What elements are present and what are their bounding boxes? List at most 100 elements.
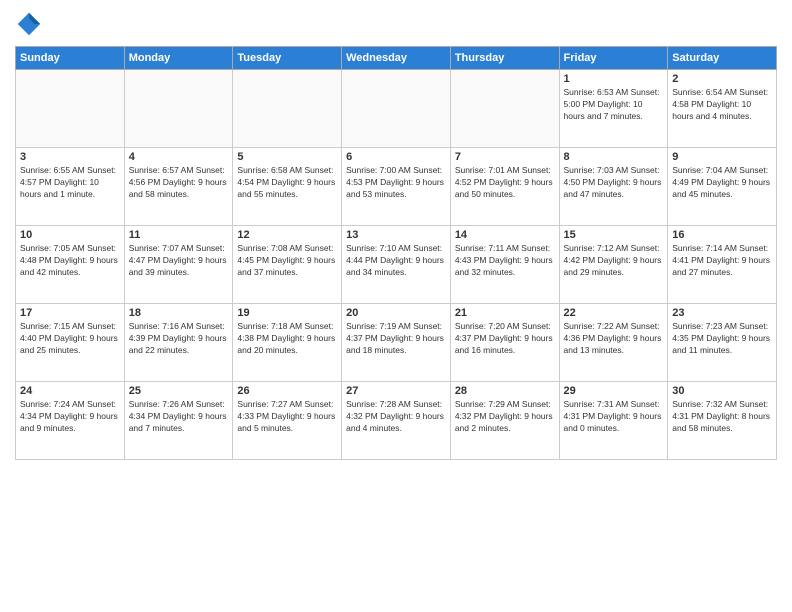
- calendar-cell: 5 Sunrise: 6:58 AM Sunset: 4:54 PM Daylig…: [233, 148, 342, 226]
- calendar-cell: 9Sunrise: 7:04 AM Sunset: 4:49 PM Daylig…: [668, 148, 777, 226]
- day-number: 20: [346, 307, 446, 319]
- weekday-header-sunday: Sunday: [16, 47, 125, 70]
- calendar-cell: 30Sunrise: 7:32 AM Sunset: 4:31 PM Dayli…: [668, 382, 777, 460]
- day-info: Sunrise: 7:01 AM Sunset: 4:52 PM Dayligh…: [455, 165, 555, 201]
- day-number: 4: [129, 151, 229, 163]
- weekday-header-friday: Friday: [559, 47, 668, 70]
- day-info: Sunrise: 6:57 AM Sunset: 4:56 PM Dayligh…: [129, 165, 229, 201]
- day-info: Sunrise: 7:11 AM Sunset: 4:43 PM Dayligh…: [455, 243, 555, 279]
- day-info: Sunrise: 7:15 AM Sunset: 4:40 PM Dayligh…: [20, 321, 120, 357]
- week-row-3: 10 Sunrise: 7:05 AM Sunset: 4:48 PM Dayli…: [16, 226, 777, 304]
- calendar-table: SundayMondayTuesdayWednesdayThursdayFrid…: [15, 46, 777, 460]
- day-info: Sunrise: 7:29 AM Sunset: 4:32 PM Dayligh…: [455, 399, 555, 435]
- day-info: Sunrise: 7:03 AM Sunset: 4:50 PM Dayligh…: [564, 165, 664, 201]
- day-number: 1: [564, 73, 664, 85]
- day-number: 29: [564, 385, 664, 397]
- day-info: Sunrise: 7:32 AM Sunset: 4:31 PM Dayligh…: [672, 399, 772, 435]
- day-info: Sunrise: 7:28 AM Sunset: 4:32 PM Dayligh…: [346, 399, 446, 435]
- day-info: Sunrise: 7:04 AM Sunset: 4:49 PM Dayligh…: [672, 165, 772, 201]
- day-info: Sunrise: 7:23 AM Sunset: 4:35 PM Dayligh…: [672, 321, 772, 357]
- day-info: Sunrise: 7:24 AM Sunset: 4:34 PM Dayligh…: [20, 399, 120, 435]
- day-info: Sunrise: 6:58 AM Sunset: 4:54 PM Dayligh…: [237, 165, 337, 201]
- day-number: 15: [564, 229, 664, 241]
- calendar-cell: 18 Sunrise: 7:16 AM Sunset: 4:39 PM Dayli…: [124, 304, 233, 382]
- calendar-cell: 15 Sunrise: 7:12 AM Sunset: 4:42 PM Dayli…: [559, 226, 668, 304]
- day-number: 8: [564, 151, 664, 163]
- day-number: 24: [20, 385, 120, 397]
- logo: [15, 10, 47, 38]
- calendar-cell: [16, 70, 125, 148]
- day-number: 21: [455, 307, 555, 319]
- day-number: 2: [672, 73, 772, 85]
- calendar-cell: 13Sunrise: 7:10 AM Sunset: 4:44 PM Dayli…: [342, 226, 451, 304]
- day-number: 11: [129, 229, 229, 241]
- calendar-cell: 3 Sunrise: 6:55 AM Sunset: 4:57 PM Daylig…: [16, 148, 125, 226]
- weekday-header-wednesday: Wednesday: [342, 47, 451, 70]
- weekday-header-saturday: Saturday: [668, 47, 777, 70]
- day-number: 3: [20, 151, 120, 163]
- day-info: Sunrise: 7:05 AM Sunset: 4:48 PM Dayligh…: [20, 243, 120, 279]
- day-info: Sunrise: 6:53 AM Sunset: 5:00 PM Dayligh…: [564, 87, 664, 123]
- calendar-cell: 20Sunrise: 7:19 AM Sunset: 4:37 PM Dayli…: [342, 304, 451, 382]
- page-container: SundayMondayTuesdayWednesdayThursdayFrid…: [0, 0, 792, 470]
- calendar-cell: 7 Sunrise: 7:01 AM Sunset: 4:52 PM Daylig…: [450, 148, 559, 226]
- day-info: Sunrise: 7:08 AM Sunset: 4:45 PM Dayligh…: [237, 243, 337, 279]
- calendar-cell: 11 Sunrise: 7:07 AM Sunset: 4:47 PM Dayli…: [124, 226, 233, 304]
- week-row-4: 17Sunrise: 7:15 AM Sunset: 4:40 PM Dayli…: [16, 304, 777, 382]
- day-number: 7: [455, 151, 555, 163]
- calendar-cell: 19 Sunrise: 7:18 AM Sunset: 4:38 PM Dayli…: [233, 304, 342, 382]
- week-row-5: 24 Sunrise: 7:24 AM Sunset: 4:34 PM Dayli…: [16, 382, 777, 460]
- calendar-cell: 12Sunrise: 7:08 AM Sunset: 4:45 PM Dayli…: [233, 226, 342, 304]
- day-number: 10: [20, 229, 120, 241]
- day-info: Sunrise: 7:27 AM Sunset: 4:33 PM Dayligh…: [237, 399, 337, 435]
- day-number: 26: [237, 385, 337, 397]
- header: [15, 10, 777, 38]
- day-info: Sunrise: 7:16 AM Sunset: 4:39 PM Dayligh…: [129, 321, 229, 357]
- day-number: 6: [346, 151, 446, 163]
- day-number: 22: [564, 307, 664, 319]
- calendar-cell: 21 Sunrise: 7:20 AM Sunset: 4:37 PM Dayli…: [450, 304, 559, 382]
- day-info: Sunrise: 7:26 AM Sunset: 4:34 PM Dayligh…: [129, 399, 229, 435]
- weekday-header-thursday: Thursday: [450, 47, 559, 70]
- calendar-cell: 10 Sunrise: 7:05 AM Sunset: 4:48 PM Dayli…: [16, 226, 125, 304]
- day-number: 25: [129, 385, 229, 397]
- day-number: 13: [346, 229, 446, 241]
- calendar-cell: 14 Sunrise: 7:11 AM Sunset: 4:43 PM Dayli…: [450, 226, 559, 304]
- day-info: Sunrise: 7:31 AM Sunset: 4:31 PM Dayligh…: [564, 399, 664, 435]
- day-info: Sunrise: 7:20 AM Sunset: 4:37 PM Dayligh…: [455, 321, 555, 357]
- calendar-cell: 23 Sunrise: 7:23 AM Sunset: 4:35 PM Dayli…: [668, 304, 777, 382]
- calendar-cell: 17Sunrise: 7:15 AM Sunset: 4:40 PM Dayli…: [16, 304, 125, 382]
- calendar-cell: 2Sunrise: 6:54 AM Sunset: 4:58 PM Daylig…: [668, 70, 777, 148]
- weekday-header-tuesday: Tuesday: [233, 47, 342, 70]
- calendar-cell: 25 Sunrise: 7:26 AM Sunset: 4:34 PM Dayli…: [124, 382, 233, 460]
- day-number: 18: [129, 307, 229, 319]
- day-number: 28: [455, 385, 555, 397]
- day-number: 23: [672, 307, 772, 319]
- calendar-cell: [342, 70, 451, 148]
- calendar-cell: 8 Sunrise: 7:03 AM Sunset: 4:50 PM Daylig…: [559, 148, 668, 226]
- day-info: Sunrise: 7:07 AM Sunset: 4:47 PM Dayligh…: [129, 243, 229, 279]
- calendar-cell: 4 Sunrise: 6:57 AM Sunset: 4:56 PM Daylig…: [124, 148, 233, 226]
- calendar-cell: [124, 70, 233, 148]
- day-info: Sunrise: 6:55 AM Sunset: 4:57 PM Dayligh…: [20, 165, 120, 201]
- day-info: Sunrise: 7:12 AM Sunset: 4:42 PM Dayligh…: [564, 243, 664, 279]
- day-number: 14: [455, 229, 555, 241]
- day-number: 19: [237, 307, 337, 319]
- calendar-cell: 29 Sunrise: 7:31 AM Sunset: 4:31 PM Dayli…: [559, 382, 668, 460]
- calendar-cell: 16 Sunrise: 7:14 AM Sunset: 4:41 PM Dayli…: [668, 226, 777, 304]
- weekday-header-row: SundayMondayTuesdayWednesdayThursdayFrid…: [16, 47, 777, 70]
- calendar-cell: 26 Sunrise: 7:27 AM Sunset: 4:33 PM Dayli…: [233, 382, 342, 460]
- week-row-1: 1 Sunrise: 6:53 AM Sunset: 5:00 PM Daylig…: [16, 70, 777, 148]
- calendar-cell: 1 Sunrise: 6:53 AM Sunset: 5:00 PM Daylig…: [559, 70, 668, 148]
- day-number: 27: [346, 385, 446, 397]
- day-info: Sunrise: 7:18 AM Sunset: 4:38 PM Dayligh…: [237, 321, 337, 357]
- day-info: Sunrise: 7:00 AM Sunset: 4:53 PM Dayligh…: [346, 165, 446, 201]
- calendar-cell: [233, 70, 342, 148]
- calendar-cell: 6 Sunrise: 7:00 AM Sunset: 4:53 PM Daylig…: [342, 148, 451, 226]
- week-row-2: 3 Sunrise: 6:55 AM Sunset: 4:57 PM Daylig…: [16, 148, 777, 226]
- calendar-cell: 22Sunrise: 7:22 AM Sunset: 4:36 PM Dayli…: [559, 304, 668, 382]
- calendar-cell: 28 Sunrise: 7:29 AM Sunset: 4:32 PM Dayli…: [450, 382, 559, 460]
- day-number: 16: [672, 229, 772, 241]
- day-info: Sunrise: 7:14 AM Sunset: 4:41 PM Dayligh…: [672, 243, 772, 279]
- day-number: 5: [237, 151, 337, 163]
